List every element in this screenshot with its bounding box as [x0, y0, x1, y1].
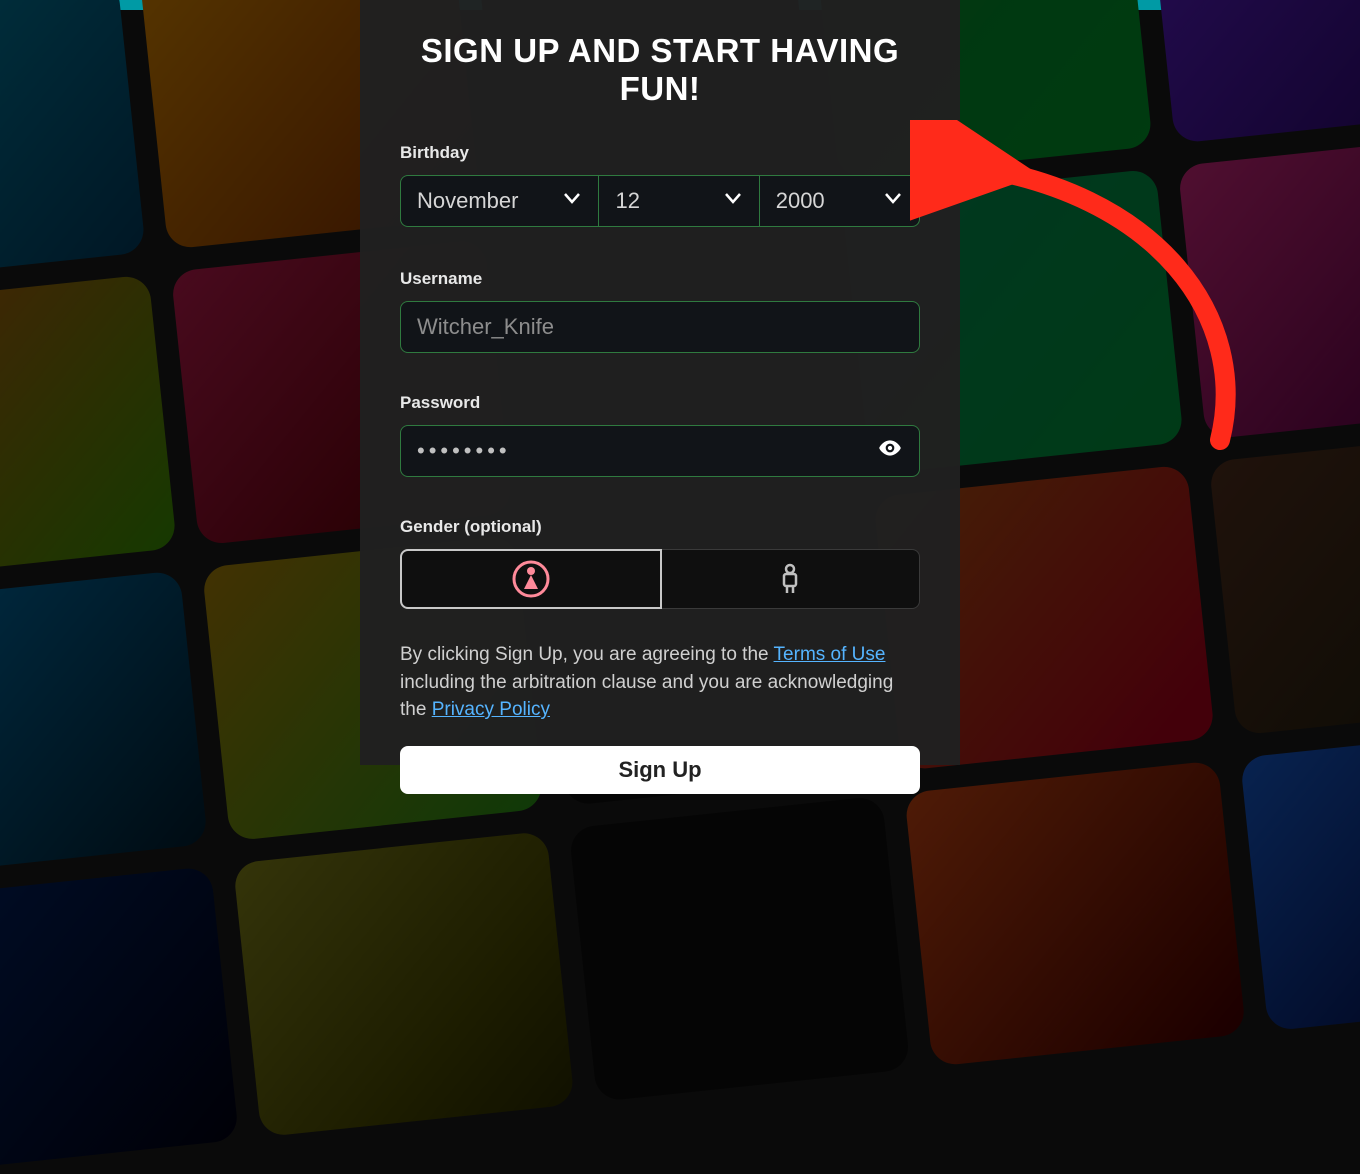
eye-icon [877, 435, 903, 461]
privacy-policy-link[interactable]: Privacy Policy [432, 699, 550, 720]
birthday-day-select[interactable]: 12 [598, 175, 758, 227]
gender-female-button[interactable] [400, 549, 662, 609]
password-label: Password [400, 393, 920, 413]
female-icon [511, 559, 551, 599]
legal-prefix: By clicking Sign Up, you are agreeing to… [400, 644, 774, 665]
chevron-down-icon [560, 186, 584, 216]
terms-of-use-link[interactable]: Terms of Use [774, 644, 886, 665]
birthday-year-select[interactable]: 2000 [759, 175, 920, 227]
signup-panel: SIGN UP AND START HAVING FUN! Birthday N… [360, 0, 960, 765]
username-value: Witcher_Knife [417, 314, 554, 340]
gender-male-button[interactable] [662, 549, 921, 609]
show-password-button[interactable] [877, 435, 903, 467]
birthday-month-value: November [417, 188, 518, 214]
birthday-row: November 12 2000 [400, 175, 920, 227]
password-input[interactable]: •••••••• [400, 425, 920, 477]
password-masked: •••••••• [417, 438, 511, 464]
birthday-day-value: 12 [615, 188, 639, 214]
username-label: Username [400, 269, 920, 289]
birthday-year-value: 2000 [776, 188, 825, 214]
legal-text: By clicking Sign Up, you are agreeing to… [400, 641, 920, 724]
signup-button[interactable]: Sign Up [400, 746, 920, 794]
gender-row [400, 549, 920, 609]
male-icon [770, 559, 810, 599]
chevron-down-icon [881, 186, 905, 216]
chevron-down-icon [721, 186, 745, 216]
birthday-month-select[interactable]: November [400, 175, 598, 227]
birthday-label: Birthday [400, 143, 920, 163]
gender-label: Gender (optional) [400, 517, 920, 537]
page-title: SIGN UP AND START HAVING FUN! [400, 32, 920, 108]
username-input[interactable]: Witcher_Knife [400, 301, 920, 353]
